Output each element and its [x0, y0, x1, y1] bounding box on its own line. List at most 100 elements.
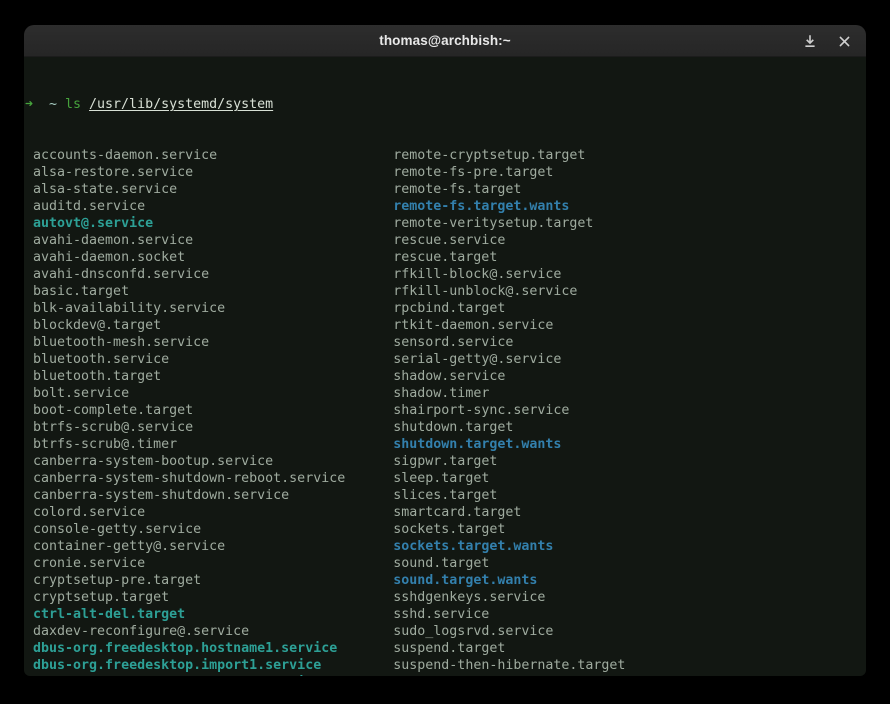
- output-row: btrfs-scrub@.timer shutdown.target.wants: [25, 436, 866, 453]
- file-name: smartcard.target: [393, 505, 521, 520]
- file-name: sound.target.wants: [393, 573, 537, 588]
- prompt-command: ls: [65, 97, 81, 112]
- file-name: console-getty.service: [25, 522, 201, 537]
- file-name: canberra-system-bootup.service: [25, 454, 273, 469]
- file-name: canberra-system-shutdown.service: [25, 488, 289, 503]
- file-name: suspend.target: [393, 641, 505, 656]
- file-name: bluetooth.service: [25, 352, 169, 367]
- prompt-arrow: ➜: [25, 96, 33, 113]
- output-row: ctrl-alt-del.target sshd.service: [25, 606, 866, 623]
- file-name: shadow.timer: [393, 386, 489, 401]
- output-row: bluetooth.target shadow.service: [25, 368, 866, 385]
- output-row: canberra-system-bootup.service sigpwr.ta…: [25, 453, 866, 470]
- file-name: colord.service: [25, 505, 145, 520]
- output-row: colord.service smartcard.target: [25, 504, 866, 521]
- file-name: rpcbind.target: [393, 301, 505, 316]
- file-name: remote-veritysetup.target: [393, 216, 593, 231]
- file-name: ctrl-alt-del.target: [25, 607, 185, 622]
- terminal-screen[interactable]: ➜ ~ ls/usr/lib/systemd/system accounts-dae…: [24, 57, 866, 676]
- output-row: avahi-dnsconfd.service rfkill-block@.ser…: [25, 266, 866, 283]
- file-name: autovt@.service: [25, 216, 153, 231]
- file-name: swap.target: [393, 675, 481, 676]
- download-button[interactable]: [800, 31, 820, 51]
- output-row: bluetooth.service serial-getty@.service: [25, 351, 866, 368]
- desktop-background: thomas@archbish:~ ➜~ls/us: [0, 0, 890, 704]
- titlebar-buttons: [800, 25, 854, 57]
- file-name: btrfs-scrub@.timer: [25, 437, 177, 452]
- file-name: sleep.target: [393, 471, 489, 486]
- file-name: avahi-dnsconfd.service: [25, 267, 209, 282]
- file-name: shadow.service: [393, 369, 505, 384]
- output-row: daxdev-reconfigure@.service sudo_logsrvd…: [25, 623, 866, 640]
- file-name: canberra-system-shutdown-reboot.service: [25, 471, 345, 486]
- file-name: shutdown.target.wants: [393, 437, 561, 452]
- file-name: sockets.target: [393, 522, 505, 537]
- file-name: cryptsetup.target: [25, 590, 169, 605]
- file-name: auditd.service: [25, 199, 145, 214]
- file-name: avahi-daemon.socket: [25, 250, 185, 265]
- output-row: canberra-system-shutdown-reboot.service …: [25, 470, 866, 487]
- output-row: dbus-org.freedesktop.import1.service sus…: [25, 657, 866, 674]
- output-row: autovt@.service remote-veritysetup.targe…: [25, 215, 866, 232]
- file-name: suspend-then-hibernate.target: [393, 658, 625, 673]
- file-name: sockets.target.wants: [393, 539, 553, 554]
- file-name: rescue.target: [393, 250, 497, 265]
- file-name: rfkill-unblock@.service: [393, 284, 577, 299]
- file-name: serial-getty@.service: [393, 352, 561, 367]
- file-name: accounts-daemon.service: [25, 148, 217, 163]
- output-row: canberra-system-shutdown.service slices.…: [25, 487, 866, 504]
- file-name: cryptsetup-pre.target: [25, 573, 201, 588]
- output-row: console-getty.service sockets.target: [25, 521, 866, 538]
- output-row: container-getty@.service sockets.target.…: [25, 538, 866, 555]
- file-name: dbus-org.freedesktop.locale1.service: [25, 675, 321, 676]
- file-name: sensord.service: [393, 335, 513, 350]
- file-name: blockdev@.target: [25, 318, 161, 333]
- file-name: sound.target: [393, 556, 489, 571]
- prompt-line: ➜ ~ ls/usr/lib/systemd/system: [25, 96, 866, 113]
- file-name: dbus-org.freedesktop.import1.service: [25, 658, 321, 673]
- file-listing: accounts-daemon.service remote-cryptsetu…: [25, 147, 866, 676]
- file-name: sudo_logsrvd.service: [393, 624, 553, 639]
- file-name: rescue.service: [393, 233, 505, 248]
- file-name: remote-cryptsetup.target: [393, 148, 585, 163]
- output-row: dbus-org.freedesktop.locale1.service swa…: [25, 674, 866, 676]
- output-row: alsa-state.service remote-fs.target: [25, 181, 866, 198]
- output-row: avahi-daemon.socket rescue.target: [25, 249, 866, 266]
- file-name: rtkit-daemon.service: [393, 318, 553, 333]
- file-name: alsa-state.service: [25, 182, 177, 197]
- output-row: blk-availability.service rpcbind.target: [25, 300, 866, 317]
- output-row: avahi-daemon.service rescue.service: [25, 232, 866, 249]
- file-name: bluetooth.target: [25, 369, 161, 384]
- file-name: slices.target: [393, 488, 497, 503]
- download-icon: [803, 34, 817, 48]
- file-name: avahi-daemon.service: [25, 233, 193, 248]
- prompt-argument: /usr/lib/systemd/system: [89, 97, 273, 112]
- file-name: remote-fs-pre.target: [393, 165, 553, 180]
- output-row: boot-complete.target shairport-sync.serv…: [25, 402, 866, 419]
- output-row: cryptsetup.target sshdgenkeys.service: [25, 589, 866, 606]
- prompt-cwd: ~: [49, 97, 57, 112]
- output-row: cryptsetup-pre.target sound.target.wants: [25, 572, 866, 589]
- file-name: blk-availability.service: [25, 301, 225, 316]
- close-icon: [838, 35, 851, 48]
- file-name: container-getty@.service: [25, 539, 225, 554]
- file-name: sshd.service: [393, 607, 489, 622]
- titlebar[interactable]: thomas@archbish:~: [24, 25, 866, 57]
- file-name: btrfs-scrub@.service: [25, 420, 193, 435]
- file-name: remote-fs.target: [393, 182, 521, 197]
- output-row: accounts-daemon.service remote-cryptsetu…: [25, 147, 866, 164]
- terminal-window: thomas@archbish:~ ➜~ls/us: [24, 25, 866, 676]
- output-row: auditd.service remote-fs.target.wants: [25, 198, 866, 215]
- file-name: alsa-restore.service: [25, 165, 193, 180]
- output-row: blockdev@.target rtkit-daemon.service: [25, 317, 866, 334]
- output-row: bolt.service shadow.timer: [25, 385, 866, 402]
- close-button[interactable]: [834, 31, 854, 51]
- file-name: shairport-sync.service: [393, 403, 569, 418]
- output-row: dbus-org.freedesktop.hostname1.service s…: [25, 640, 866, 657]
- output-row: cronie.service sound.target: [25, 555, 866, 572]
- file-name: cronie.service: [25, 556, 145, 571]
- file-name: bolt.service: [25, 386, 129, 401]
- output-row: bluetooth-mesh.service sensord.service: [25, 334, 866, 351]
- file-name: sigpwr.target: [393, 454, 497, 469]
- file-name: boot-complete.target: [25, 403, 193, 418]
